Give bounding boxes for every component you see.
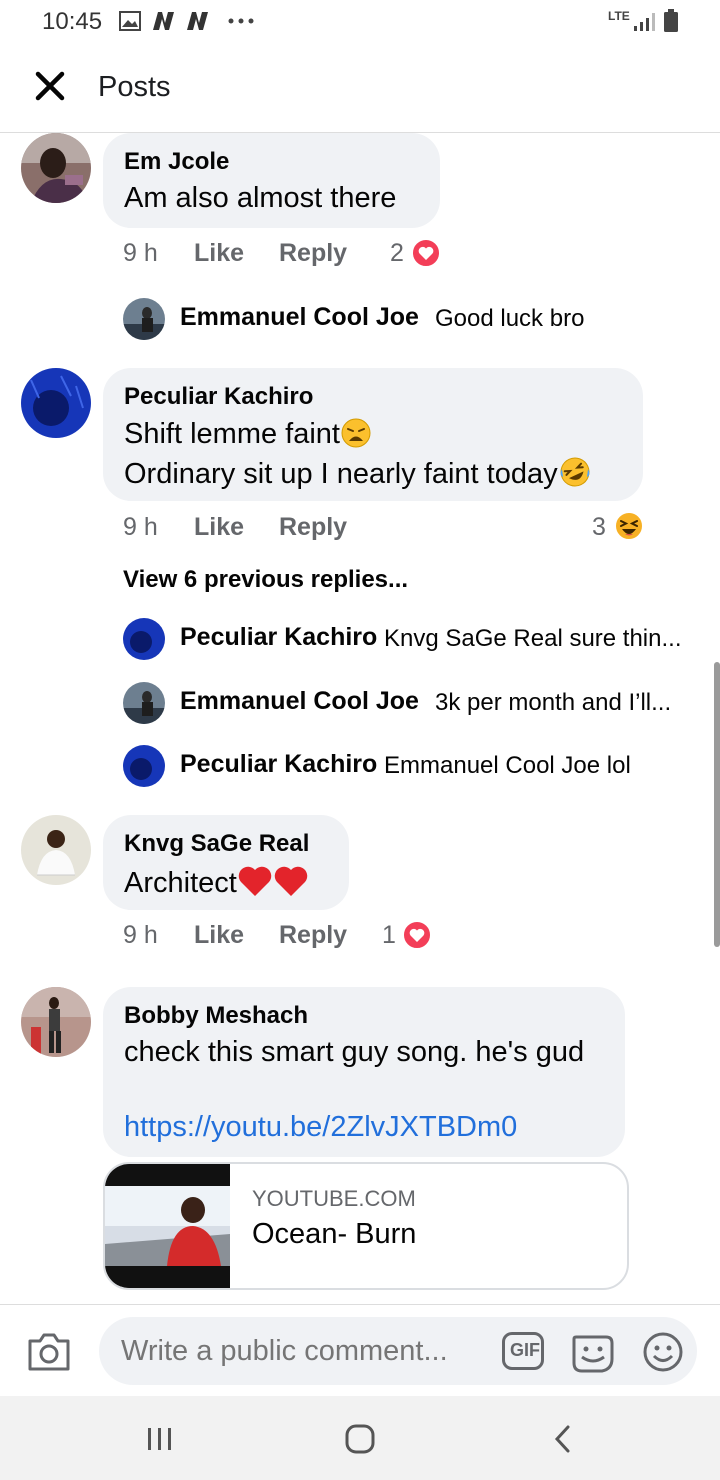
avatar-peculiar-kachiro[interactable] [123, 745, 165, 787]
close-icon[interactable] [30, 66, 70, 106]
love-reaction-icon[interactable] [411, 238, 441, 268]
like-button[interactable]: Like [194, 239, 244, 268]
comment-composer: GIF [0, 1304, 720, 1397]
reply-text: 3k per month and I’ll... [435, 689, 672, 716]
comment-text-line-1: Shift lemme faint [124, 417, 372, 451]
comment-text-line-2: Ordinary sit up I nearly faint today [124, 455, 592, 491]
comment-time: 9 h [123, 921, 158, 949]
commenter-name[interactable]: Em Jcole [124, 148, 229, 176]
avatar-peculiar-kachiro[interactable] [123, 618, 165, 660]
like-button[interactable]: Like [194, 921, 244, 950]
gallery-notification-icon [119, 11, 141, 31]
reply-item[interactable]: Emmanuel Cool Joe Good luck bro [123, 297, 703, 341]
reply-text: Emmanuel Cool Joe lol [384, 752, 631, 779]
comment-bubble: Peculiar Kachiro Shift lemme faint Ordin… [103, 368, 643, 501]
reply-text: Good luck bro [435, 305, 585, 332]
commenter-name[interactable]: Knvg SaGe Real [124, 830, 309, 858]
reply-author[interactable]: Emmanuel Cool Joe [180, 303, 419, 332]
love-reaction-icon[interactable] [402, 920, 432, 950]
reply-button[interactable]: Reply [279, 239, 347, 268]
avatar-peculiar-kachiro[interactable] [21, 368, 91, 438]
home-icon[interactable] [344, 1424, 376, 1454]
network-label: LTE [608, 9, 630, 23]
commenter-name[interactable]: Peculiar Kachiro [124, 383, 313, 411]
red-heart-emoji-icon [238, 866, 272, 896]
avatar-bobby-meshach[interactable] [21, 987, 91, 1057]
comment-text: Architect [124, 864, 309, 900]
avatar-emmanuel-cool-joe[interactable] [123, 682, 165, 724]
avatar-knvg-sage-real[interactable] [21, 815, 91, 885]
reaction-count[interactable]: 2 [390, 239, 404, 268]
comment-bubble: Em Jcole Am also almost there [103, 133, 440, 228]
link-domain: YOUTUBE.COM [252, 1186, 416, 1211]
view-previous-replies-link[interactable]: View 6 previous replies... [123, 566, 408, 594]
link-preview-thumbnail [105, 1164, 230, 1288]
rolling-laughing-emoji-icon [560, 457, 590, 487]
reaction-count[interactable]: 3 [592, 513, 606, 542]
reply-item[interactable]: Emmanuel Cool Joe 3k per month and I’ll.… [123, 681, 703, 725]
commenter-name[interactable]: Bobby Meshach [124, 1002, 308, 1030]
reply-author[interactable]: Peculiar Kachiro [180, 623, 377, 652]
status-time: 10:45 [42, 8, 103, 35]
comment-bubble: Knvg SaGe Real Architect [103, 815, 349, 910]
system-nav-bar [0, 1396, 720, 1480]
weary-face-emoji-icon [341, 418, 371, 448]
sticker-icon[interactable] [570, 1329, 616, 1375]
recent-apps-icon[interactable] [145, 1426, 175, 1452]
haha-reaction-icon[interactable] [613, 510, 645, 542]
reply-author[interactable]: Emmanuel Cool Joe [180, 687, 419, 716]
comment-link[interactable]: https://youtu.be/2ZlvJXTBDm0 [124, 1111, 517, 1144]
n-notification-icon [153, 12, 174, 30]
comment-bubble: Bobby Meshach check this smart guy song.… [103, 987, 625, 1157]
reply-button[interactable]: Reply [279, 921, 347, 950]
scrollbar[interactable] [714, 662, 720, 947]
emoji-icon[interactable] [642, 1331, 684, 1373]
gif-button[interactable]: GIF [502, 1332, 544, 1370]
reply-item[interactable]: Peculiar Kachiro Emmanuel Cool Joe lol [123, 744, 703, 788]
reply-text: Knvg SaGe Real sure thin... [384, 625, 682, 652]
status-bar: 10:45 LTE [0, 0, 720, 44]
comment-time: 9 h [123, 239, 158, 267]
link-preview-card[interactable]: YOUTUBE.COM Ocean- Burn [103, 1162, 629, 1290]
red-heart-emoji-icon [274, 866, 308, 896]
comment-time: 9 h [123, 513, 158, 541]
more-notifications-icon [228, 18, 254, 24]
avatar-emmanuel-cool-joe[interactable] [123, 298, 165, 340]
reply-item[interactable]: Peculiar Kachiro Knvg SaGe Real sure thi… [123, 617, 703, 661]
like-button[interactable]: Like [194, 513, 244, 542]
n-notification-icon-2 [187, 12, 208, 30]
reaction-count[interactable]: 1 [382, 921, 396, 950]
posts-header: Posts [0, 44, 720, 133]
reply-author[interactable]: Peculiar Kachiro [180, 750, 377, 779]
link-title: Ocean- Burn [252, 1218, 417, 1250]
avatar-em-jcole[interactable] [21, 133, 91, 203]
gif-label: GIF [510, 1340, 540, 1360]
back-icon[interactable] [552, 1424, 572, 1454]
signal-icon [634, 13, 655, 31]
comment-text: check this smart guy song. he's gud [124, 1036, 585, 1068]
page-title: Posts [98, 71, 171, 103]
camera-icon[interactable] [26, 1331, 72, 1373]
comment-text: Am also almost there [124, 182, 397, 214]
battery-icon [664, 9, 678, 32]
reply-button[interactable]: Reply [279, 513, 347, 542]
